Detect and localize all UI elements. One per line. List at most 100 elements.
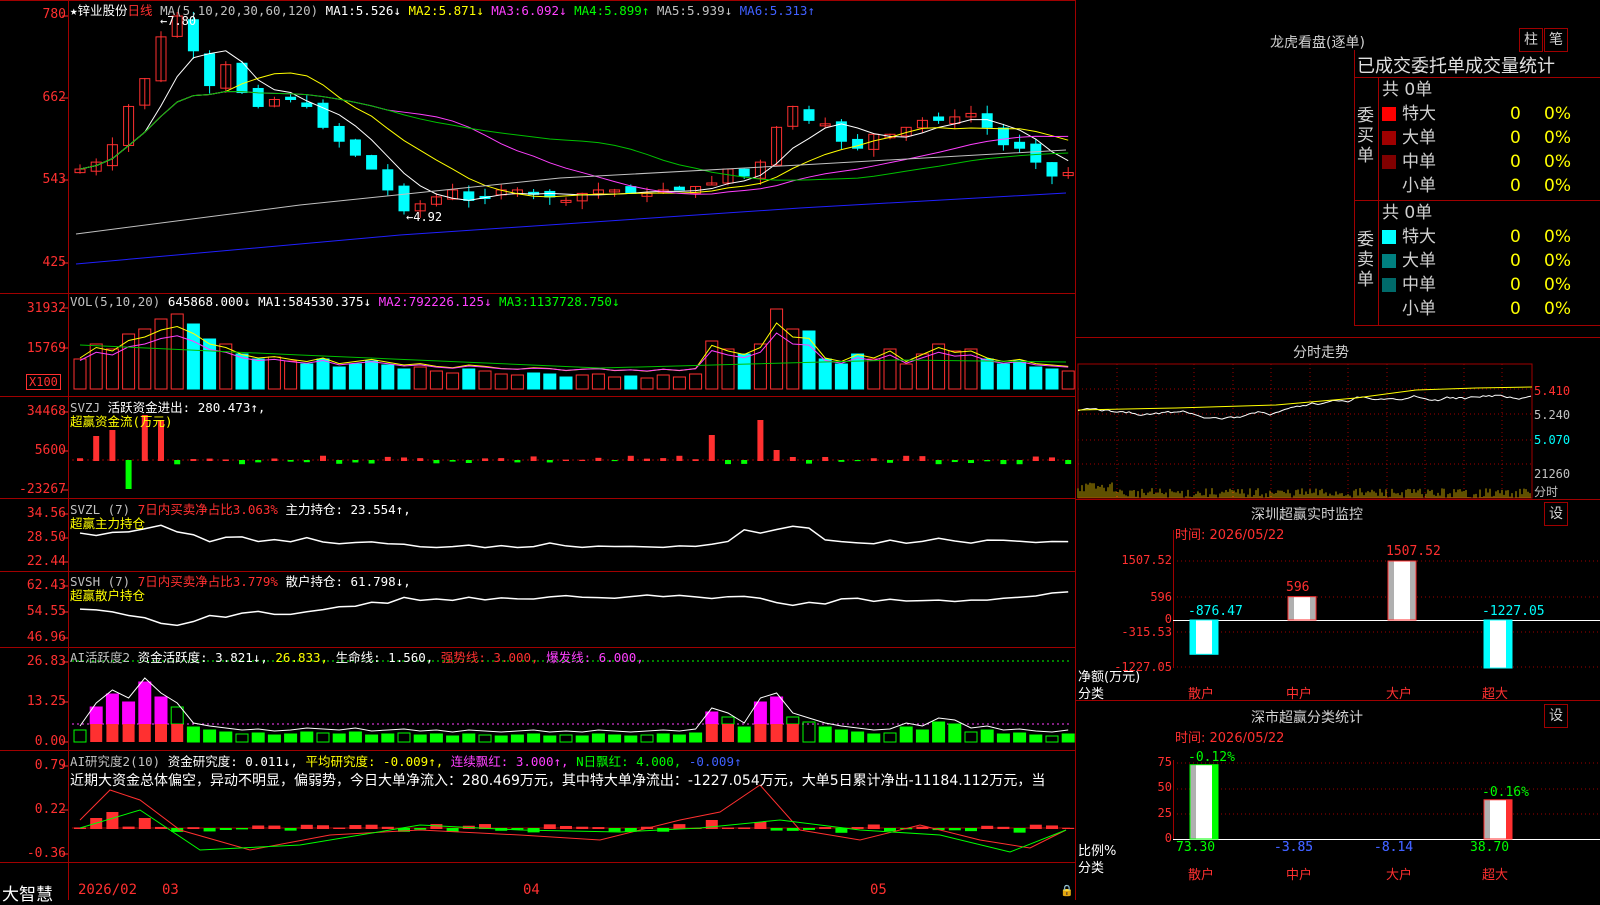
vol-unit-badge: X100: [26, 374, 61, 390]
activity-bar: [802, 721, 816, 743]
stock-name: 锌业股份: [77, 3, 128, 18]
star-icon[interactable]: ★: [70, 3, 78, 18]
sz-monitor-xlabel: 分类: [1078, 687, 1105, 702]
kline-candle: [366, 155, 378, 170]
flow-bar: [93, 436, 100, 461]
activity-bar: [899, 726, 913, 743]
research-bar: [786, 828, 799, 831]
activity-bar: [786, 724, 799, 742]
intraday-axis-label: 5.410: [1534, 384, 1571, 398]
class-category-label: 超大: [1482, 868, 1509, 883]
flow-bar: [838, 460, 845, 462]
activity-bar: [138, 681, 152, 725]
date-label: 04: [523, 882, 540, 898]
activity-bar: [122, 701, 136, 725]
research-bar: [608, 828, 621, 832]
flow-bar: [125, 460, 132, 489]
intraday-vol-axis: 21260: [1534, 467, 1571, 481]
volume-bar: [348, 363, 362, 390]
flow-bar: [384, 456, 391, 461]
volume-bar: [413, 366, 427, 390]
monitor-bar-shade: [1388, 561, 1394, 620]
period-label[interactable]: 日线: [128, 3, 153, 18]
flow-bar: [887, 460, 893, 463]
volume-bar: [608, 376, 622, 390]
activity-bar: [770, 724, 783, 742]
activity-bar: [1061, 733, 1075, 743]
sz-class-xlabel: 分类: [1078, 861, 1105, 876]
kline-candle: [252, 87, 264, 107]
volume-bar: [510, 374, 524, 390]
activity-bar: [365, 734, 379, 743]
volume-bar: [235, 353, 249, 390]
activity-bar: [154, 696, 168, 725]
volume-bar: [834, 363, 848, 390]
lock-icon[interactable]: 🔒: [1060, 884, 1074, 897]
volume-bar: [591, 373, 605, 390]
activity-bar: [705, 724, 718, 742]
activity-bar: [1045, 735, 1059, 743]
flow-bar: [627, 455, 634, 461]
volume-bar: [203, 338, 217, 390]
flow-bar: [1065, 460, 1072, 465]
ma6-value: 5.313↑: [769, 3, 815, 18]
axis-label: 31932: [26, 301, 66, 316]
activity-bar: [90, 724, 103, 742]
main-hold-line: [79, 524, 1069, 549]
flow-bar: [546, 460, 553, 463]
axis-label: 28.50: [26, 530, 66, 545]
flow-bar: [77, 458, 83, 461]
volume-bar: [899, 363, 913, 390]
flow-bar: [968, 460, 974, 464]
activity-bar: [122, 724, 135, 742]
volume-bar: [575, 374, 589, 390]
volume-bar: [867, 358, 881, 390]
volume-bar: [316, 358, 330, 390]
axis-label: 50: [1157, 780, 1172, 794]
activity-bar: [932, 721, 946, 743]
flow-bar: [206, 458, 213, 461]
flow-bar: [903, 455, 910, 461]
flow-bar: [352, 460, 359, 463]
activity-bar: [689, 732, 703, 743]
sz-class-settings-button[interactable]: 设: [1544, 704, 1568, 728]
flow-bar: [854, 460, 861, 462]
activity-bar: [672, 734, 686, 743]
activity-bar: [510, 734, 524, 743]
activity-bar: [948, 723, 962, 743]
flow-bar: [692, 459, 699, 461]
axis-label: 543: [42, 172, 66, 187]
research-bar: [576, 826, 589, 829]
ma5-value: 5.939↓: [686, 3, 733, 18]
volume-bar: [786, 328, 800, 390]
axis-label: 62.43: [26, 578, 66, 593]
activity-bar: [818, 726, 832, 743]
activity-bar: [446, 735, 460, 743]
sz-monitor-settings-button[interactable]: 设: [1544, 502, 1568, 526]
volume-bar: [543, 373, 557, 390]
activity-bar: [494, 735, 508, 743]
flow-bar: [757, 420, 764, 461]
monitor-category-label: 中户: [1286, 687, 1313, 702]
research-bar: [560, 825, 572, 829]
kline-candle: [544, 190, 556, 198]
flow-bar: [336, 460, 343, 464]
kline-candle: [236, 62, 248, 94]
activity-bar: [267, 734, 281, 743]
activity-bar: [608, 734, 622, 743]
kline-candle: [933, 116, 945, 121]
kline-candle: [673, 186, 685, 191]
monitor-bar-label: -876.47: [1188, 604, 1243, 619]
research-line-green: [79, 809, 1067, 853]
class-value-label: -8.14: [1374, 840, 1414, 855]
research-bar: [219, 828, 232, 831]
class-change-label: -0.16%: [1482, 784, 1529, 800]
intraday-vol-unit: 分时: [1534, 485, 1559, 499]
research-bar: [1062, 827, 1075, 829]
monitor-bar-shade: [1506, 620, 1512, 669]
research-bar: [997, 826, 1010, 829]
ma-line: [79, 50, 1069, 201]
volume-bar: [494, 373, 508, 390]
class-category-label: 大户: [1386, 868, 1413, 883]
kline-candle: [803, 109, 815, 121]
